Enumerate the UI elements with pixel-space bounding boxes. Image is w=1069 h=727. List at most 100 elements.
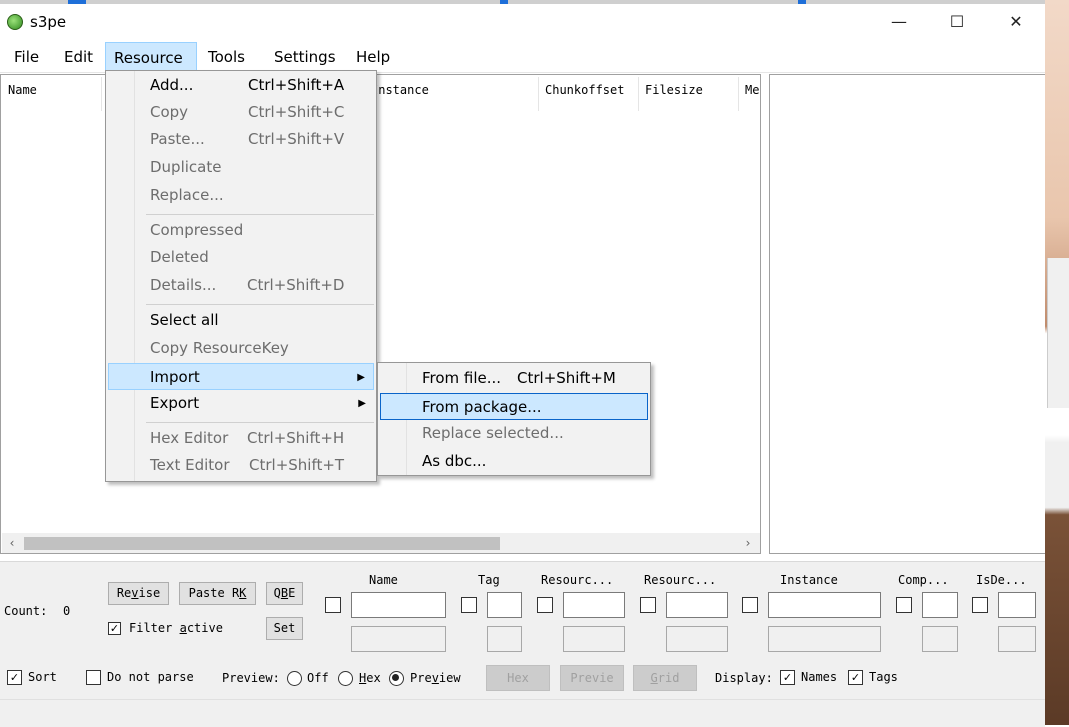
set-button[interactable]: Set [266, 617, 303, 640]
filter-name-input[interactable] [351, 592, 446, 618]
horizontal-scrollbar[interactable]: ‹ › [2, 533, 760, 553]
filter-active-label: Filter active [129, 621, 223, 635]
filter-active-checkbox[interactable]: ✓ [108, 622, 121, 635]
menu-item-add[interactable]: Add... Ctrl+Shift+A [108, 72, 374, 99]
menu-item-shortcut: Ctrl+Shift+C [248, 103, 345, 121]
menu-file[interactable]: File [6, 42, 47, 72]
display-names-checkbox[interactable]: ✓ [780, 670, 795, 685]
column-header-chunkoffset[interactable]: Chunkoffset [545, 83, 624, 97]
filter-instance-checkbox[interactable] [742, 597, 758, 613]
menu-separator [146, 214, 374, 215]
window-title: s3pe [30, 13, 67, 31]
column-separator [101, 77, 102, 111]
scroll-left-icon[interactable]: ‹ [2, 533, 22, 553]
filter-header-name: Name [369, 573, 398, 587]
menu-item-label: Paste... [150, 130, 205, 148]
revise-label-accel: v [131, 586, 139, 600]
close-button[interactable]: ✕ [987, 4, 1045, 40]
menu-item-export[interactable]: Export ▶ [108, 390, 374, 417]
filter-tag-checkbox[interactable] [461, 597, 477, 613]
grid-accel: G [650, 671, 658, 685]
revise-label-end: ise [138, 586, 161, 600]
column-header-me[interactable]: Me [745, 83, 759, 97]
menu-item-copy: Copy Ctrl+Shift+C [108, 99, 374, 126]
qbe-name-input [351, 626, 446, 652]
submenu-arrow-icon: ▶ [358, 398, 366, 409]
filter-header-instance: Instance [780, 573, 838, 587]
paste-rk-button[interactable]: Paste RK [179, 582, 256, 605]
do-not-parse-label: Do not parse [107, 670, 194, 684]
preview-preview-text-end: iew [438, 671, 461, 685]
filter-compressed-checkbox[interactable] [896, 597, 912, 613]
filter-resource-type-checkbox[interactable] [537, 597, 553, 613]
menu-separator [146, 422, 374, 423]
filter-header-resource-type: Resourc... [541, 573, 614, 587]
qbe-button[interactable]: QBE [266, 582, 303, 605]
import-submenu: From file... Ctrl+Shift+M From package...… [377, 362, 651, 476]
menu-help[interactable]: Help [348, 42, 398, 72]
submenu-item-from-package[interactable]: From package... [380, 393, 648, 420]
filter-header-tag: Tag [478, 573, 500, 587]
background-window-edge [1047, 258, 1069, 408]
menu-item-text-editor: Text Editor Ctrl+Shift+T [108, 452, 374, 479]
preview-preview-text: Pre [410, 671, 432, 685]
revise-button[interactable]: Revise [108, 582, 169, 605]
filter-resource-group-checkbox[interactable] [640, 597, 656, 613]
s3pe-app-icon [7, 14, 23, 30]
menu-item-label: Deleted [150, 248, 209, 266]
do-not-parse-checkbox[interactable] [86, 670, 101, 685]
filter-tag-input[interactable] [487, 592, 522, 618]
menu-edit[interactable]: Edit [56, 42, 101, 72]
menu-item-label: Copy ResourceKey [150, 339, 289, 357]
menu-resource[interactable]: Resource [105, 42, 197, 72]
display-tags-label: Tags [869, 670, 898, 684]
column-header-instance[interactable]: Instance [371, 83, 429, 97]
column-header-name[interactable]: Name [8, 83, 37, 97]
preview-pane [769, 74, 1045, 554]
menu-item-import[interactable]: Import ▶ [108, 363, 374, 390]
filter-resource-group-input[interactable] [666, 592, 728, 618]
menu-item-label: Replace selected... [422, 424, 564, 442]
menu-separator [146, 304, 374, 305]
menu-item-select-all[interactable]: Select all [108, 307, 374, 334]
filter-isdeleted-checkbox[interactable] [972, 597, 988, 613]
maximize-button[interactable]: ☐ [928, 4, 986, 40]
scroll-right-icon[interactable]: › [738, 533, 758, 553]
preview-preview-label: Preview [410, 671, 461, 685]
revise-label: Re [116, 586, 132, 600]
menu-item-shortcut: Ctrl+Shift+A [248, 76, 345, 94]
minimize-button[interactable]: — [870, 4, 928, 40]
display-tags-checkbox[interactable]: ✓ [848, 670, 863, 685]
menu-tools[interactable]: Tools [200, 42, 253, 72]
menu-item-label: Replace... [150, 186, 224, 204]
paste-rk-label: Paste R [188, 586, 240, 600]
menu-item-label: As dbc... [422, 452, 487, 470]
filter-compressed-input[interactable] [922, 592, 958, 618]
filter-panel: Count: 0 Revise Paste RK QBE ✓ Filter ac… [0, 561, 1045, 727]
filter-instance-input[interactable] [768, 592, 881, 618]
status-bar [0, 699, 1045, 727]
filter-name-checkbox[interactable] [325, 597, 341, 613]
menu-item-label: Copy [150, 103, 189, 121]
preview-off-radio[interactable] [287, 671, 302, 686]
filter-header-isdeleted: IsDe... [976, 573, 1027, 587]
column-separator [638, 77, 639, 111]
submenu-item-from-file[interactable]: From file... Ctrl+Shift+M [380, 365, 648, 392]
menu-item-label: Select all [150, 311, 219, 329]
display-label: Display: [715, 671, 773, 685]
scrollbar-thumb[interactable] [24, 537, 500, 550]
menu-settings[interactable]: Settings [266, 42, 344, 72]
column-header-filesize[interactable]: Filesize [645, 83, 703, 97]
count-label: Count: [4, 604, 48, 618]
sort-checkbox[interactable]: ✓ [7, 670, 22, 685]
menu-item-compressed: Compressed [108, 217, 374, 244]
count-value: 0 [63, 604, 71, 618]
qbe-label-end: E [288, 586, 296, 600]
menu-item-shortcut: Ctrl+Shift+T [249, 456, 345, 474]
preview-hex-radio[interactable] [338, 671, 353, 686]
filter-isdeleted-input[interactable] [998, 592, 1036, 618]
submenu-item-as-dbc[interactable]: As dbc... [380, 448, 648, 475]
preview-preview-radio[interactable] [389, 671, 404, 686]
filter-resource-type-input[interactable] [563, 592, 625, 618]
qbe-resource-type-input [563, 626, 625, 652]
